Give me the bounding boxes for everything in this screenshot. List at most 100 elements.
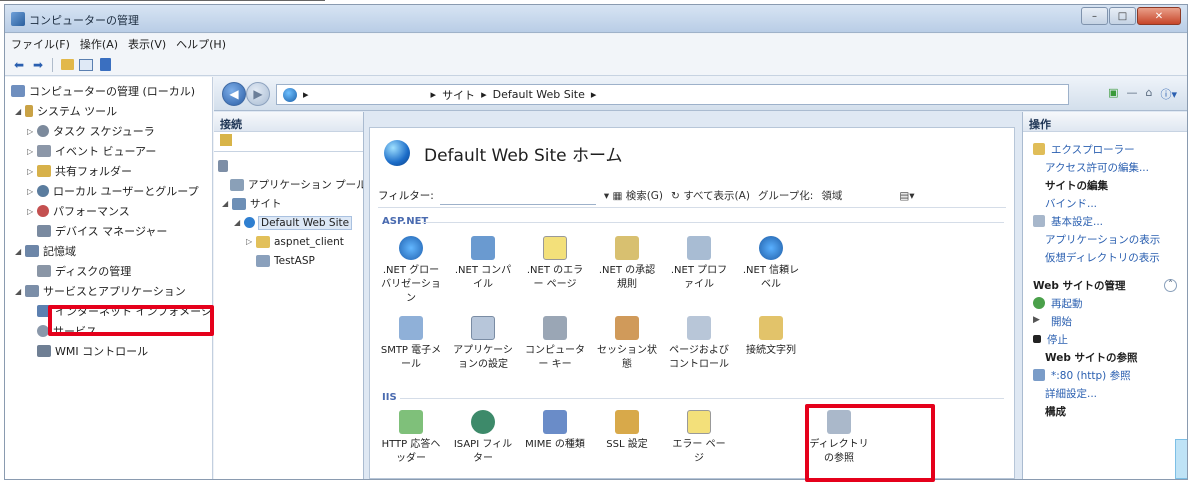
actions-header: 操作	[1023, 112, 1187, 132]
tree-system-tools[interactable]: ◢ システム ツール	[11, 101, 212, 121]
tree-event-viewer[interactable]: ▷ イベント ビューアー	[11, 141, 212, 161]
tree-disk-management[interactable]: ディスクの管理	[11, 261, 212, 281]
feature-ssl-settings[interactable]: SSL 設定	[596, 410, 658, 452]
breadcrumb[interactable]: ▸ ▸ サイト ▸ Default Web Site ▸	[276, 84, 1069, 105]
show-tree-icon[interactable]	[78, 57, 94, 73]
disk-icon	[37, 265, 51, 277]
device-manager-icon	[37, 225, 51, 237]
stop-icon[interactable]: —	[1126, 86, 1137, 102]
action-basic-settings[interactable]: 基本設定...	[1023, 212, 1187, 230]
feature-machine-key[interactable]: コンピューター キー	[524, 316, 586, 372]
tree-device-manager[interactable]: デバイス マネージャー	[11, 221, 212, 241]
collapsed-caret-icon[interactable]: ▷	[27, 207, 37, 216]
tree-services[interactable]: サービス	[11, 321, 212, 341]
action-stop[interactable]: 停止	[1023, 330, 1187, 348]
collapsed-caret-icon[interactable]: ▷	[27, 187, 37, 196]
expanded-caret-icon[interactable]: ◢	[15, 107, 25, 116]
tree-wmi[interactable]: WMI コントロール	[11, 341, 212, 361]
feature-net-authorization[interactable]: .NET の承認規則	[596, 236, 658, 292]
action-start[interactable]: ▶ 開始	[1023, 312, 1187, 330]
feature-connection-strings[interactable]: 接続文字列	[740, 316, 802, 358]
expanded-caret-icon[interactable]: ◢	[15, 287, 25, 296]
feature-http-headers[interactable]: HTTP 応答ヘッダー	[380, 410, 442, 466]
tree-shared-folders[interactable]: ▷ 共有フォルダー	[11, 161, 212, 181]
collapsed-caret-icon[interactable]: ▷	[246, 237, 256, 246]
conn-app-pools[interactable]: アプリケーション プール	[218, 175, 363, 194]
tree-task-scheduler[interactable]: ▷ タスク スケジューラ	[11, 121, 212, 141]
feature-session-state[interactable]: セッション状態	[596, 316, 658, 372]
tree-iis-manager[interactable]: インターネット インフォメーション	[11, 301, 234, 321]
feature-directory-browsing[interactable]: ディレクトリの参照	[808, 410, 870, 466]
feature-smtp-email[interactable]: SMTP 電子メール	[380, 316, 442, 372]
tree-local-users[interactable]: ▷ ローカル ユーザーとグループ	[11, 181, 212, 201]
nav-back-button[interactable]: ◀	[222, 82, 246, 106]
feature-net-error-pages[interactable]: .NET のエラー ページ	[524, 236, 586, 292]
menu-view[interactable]: 表示(V)	[128, 36, 166, 52]
session-user-icon	[615, 316, 639, 340]
tree-services-apps[interactable]: ◢ サービスとアプリケーション	[11, 281, 212, 301]
network-icon[interactable]: ▣	[1108, 86, 1118, 102]
menu-file[interactable]: ファイル(F)	[11, 36, 70, 52]
help-icon[interactable]: ⓘ▾	[1160, 86, 1177, 102]
view-mode-icon[interactable]: ▤▾	[899, 190, 914, 202]
action-explore[interactable]: エクスプローラー	[1023, 140, 1187, 158]
conn-sites[interactable]: ◢ サイト	[218, 194, 363, 213]
feature-mime-types[interactable]: MIME の種類	[524, 410, 586, 452]
action-advanced-settings[interactable]: 詳細設定...	[1023, 384, 1187, 402]
breadcrumb-default-site[interactable]: Default Web Site	[493, 88, 585, 101]
connect-icon[interactable]	[220, 134, 232, 146]
tree-root[interactable]: コンピューターの管理 (ローカル)	[11, 81, 212, 101]
connections-pane: 接続 アプリケーション プール ◢ サイト ◢ Default Web Site…	[214, 112, 364, 479]
menu-help[interactable]: ヘルプ(H)	[176, 36, 226, 52]
forward-arrow-icon[interactable]: ➡	[30, 57, 46, 73]
conn-aspnet-client[interactable]: ▷ aspnet_client	[218, 232, 363, 251]
profile-page-icon	[687, 236, 711, 260]
feature-net-globalization[interactable]: .NET グローバリゼーション	[380, 236, 442, 306]
filter-input[interactable]	[439, 187, 596, 205]
action-view-apps[interactable]: アプリケーションの表示	[1023, 230, 1187, 248]
maximize-button[interactable]: □	[1109, 7, 1136, 25]
expanded-caret-icon[interactable]: ◢	[234, 218, 244, 227]
close-button[interactable]: ✕	[1137, 7, 1181, 25]
group-by-select[interactable]: 領域	[821, 188, 891, 203]
collapse-chevron-icon[interactable]: ˄	[1164, 278, 1177, 292]
home-icon[interactable]: ⌂	[1145, 86, 1152, 102]
collapsed-caret-icon[interactable]: ▷	[27, 167, 37, 176]
breadcrumb-arrow-icon[interactable]: ▸	[303, 88, 309, 101]
expanded-caret-icon[interactable]: ◢	[222, 199, 232, 208]
side-tab[interactable]	[1175, 439, 1187, 479]
conn-server[interactable]	[218, 156, 363, 175]
action-browse-80[interactable]: *:80 (http) 参照	[1023, 366, 1187, 384]
feature-app-settings[interactable]: アプリケーションの設定	[452, 316, 514, 372]
collapsed-caret-icon[interactable]: ▷	[27, 147, 37, 156]
tree-storage[interactable]: ◢ 記憶域	[11, 241, 212, 261]
action-edit-permissions[interactable]: アクセス許可の編集...	[1023, 158, 1187, 176]
search-button[interactable]: ▾ ▦ 検索(G)	[604, 188, 663, 203]
back-arrow-icon: ◀	[229, 87, 239, 101]
feature-net-trust[interactable]: .NET 信頼レベル	[740, 236, 802, 292]
section-iis: IIS	[382, 392, 397, 403]
show-all-button[interactable]: ↻ すべて表示(A)	[671, 188, 750, 203]
back-arrow-icon[interactable]: ⬅	[11, 57, 27, 73]
email-icon	[399, 316, 423, 340]
feature-net-profile[interactable]: .NET プロファイル	[668, 236, 730, 292]
help-book-icon[interactable]	[97, 57, 113, 73]
minimize-button[interactable]: –	[1081, 7, 1108, 25]
menu-action[interactable]: 操作(A)	[80, 36, 118, 52]
feature-net-compilation[interactable]: .NET コンパイル	[452, 236, 514, 292]
tree-performance[interactable]: ▷ パフォーマンス	[11, 201, 212, 221]
expanded-caret-icon[interactable]: ◢	[15, 247, 25, 256]
action-restart[interactable]: 再起動	[1023, 294, 1187, 312]
conn-testasp[interactable]: TestASP	[218, 251, 363, 270]
feature-pages-controls[interactable]: ページおよびコントロール	[668, 316, 730, 372]
action-bindings[interactable]: バインド...	[1023, 194, 1187, 212]
iis-icon	[37, 305, 51, 317]
collapsed-caret-icon[interactable]: ▷	[27, 127, 37, 136]
conn-default-site[interactable]: ◢ Default Web Site	[218, 213, 363, 232]
feature-error-pages[interactable]: エラー ページ	[668, 410, 730, 466]
feature-isapi-filters[interactable]: ISAPI フィルター	[452, 410, 514, 466]
up-folder-icon[interactable]	[59, 57, 75, 73]
nav-forward-button[interactable]: ▶	[246, 82, 270, 106]
action-view-vdirs[interactable]: 仮想ディレクトリの表示	[1023, 248, 1187, 266]
breadcrumb-sites[interactable]: サイト	[442, 87, 475, 103]
